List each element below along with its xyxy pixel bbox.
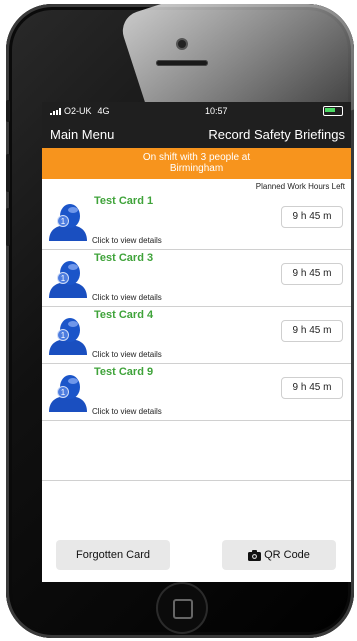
card-row[interactable]: 1 Test Card 3 Click to view details 9 h … <box>42 250 351 307</box>
hours-left-badge: 9 h 45 m <box>281 263 343 285</box>
card-name: Test Card 1 <box>94 195 154 207</box>
forgotten-card-label: Forgotten Card <box>76 549 150 561</box>
svg-text:1: 1 <box>61 274 66 283</box>
front-camera <box>178 40 186 48</box>
user-avatar-icon: 1 <box>49 204 87 241</box>
hours-left-badge: 9 h 45 m <box>281 320 343 342</box>
card-row[interactable]: 1 Test Card 4 Click to view details 9 h … <box>42 307 351 364</box>
app-screen: O2-UK 4G 10:57 Main Menu Record Safety B… <box>42 102 351 582</box>
user-avatar-icon: 1 <box>49 375 87 412</box>
card-row[interactable]: 1 Test Card 1 Click to view details 9 h … <box>42 193 351 250</box>
card-name: Test Card 3 <box>94 252 154 264</box>
hours-left-badge: 9 h 45 m <box>281 377 343 399</box>
phone-frame: O2-UK 4G 10:57 Main Menu Record Safety B… <box>6 4 354 638</box>
user-avatar-icon: 1 <box>49 261 87 298</box>
mute-switch <box>6 100 10 122</box>
volume-up-button <box>6 154 10 192</box>
card-name: Test Card 4 <box>94 309 154 321</box>
carrier-label: O2-UK <box>64 106 92 116</box>
main-menu-button[interactable]: Main Menu <box>50 127 114 142</box>
svg-text:1: 1 <box>61 388 66 397</box>
list-divider <box>42 480 351 481</box>
hours-column-header: Planned Work Hours Left <box>255 182 345 191</box>
card-list: 1 Test Card 1 Click to view details 9 h … <box>42 193 351 421</box>
home-square-icon <box>173 599 193 619</box>
status-bar: O2-UK 4G 10:57 <box>42 102 351 120</box>
card-name: Test Card 9 <box>94 366 154 378</box>
nav-bar: Main Menu Record Safety Briefings <box>42 120 351 148</box>
page-title: Record Safety Briefings <box>208 126 345 142</box>
card-details-link[interactable]: Click to view details <box>92 407 162 416</box>
battery-icon <box>323 106 343 116</box>
svg-text:1: 1 <box>61 217 66 226</box>
hours-left-badge: 9 h 45 m <box>281 206 343 228</box>
qr-code-content: QR Code <box>248 540 310 570</box>
svg-text:1: 1 <box>61 331 66 340</box>
clock: 10:57 <box>205 106 228 116</box>
forgotten-card-button[interactable]: Forgotten Card <box>56 540 170 570</box>
card-details-link[interactable]: Click to view details <box>92 236 162 245</box>
card-details-link[interactable]: Click to view details <box>92 350 162 359</box>
network-label: 4G <box>97 106 110 116</box>
qr-code-label: QR Code <box>264 549 310 561</box>
qr-code-button[interactable]: QR Code <box>222 540 336 570</box>
card-row[interactable]: 1 Test Card 9 Click to view details 9 h … <box>42 364 351 421</box>
home-button[interactable] <box>156 582 208 634</box>
status-left: O2-UK 4G <box>50 106 110 116</box>
user-avatar-icon: 1 <box>49 318 87 355</box>
signal-icon <box>50 107 61 115</box>
shift-banner: On shift with 3 people at Birmingham <box>42 148 351 179</box>
camera-icon <box>248 549 262 561</box>
earpiece-speaker <box>156 60 208 66</box>
volume-down-button <box>6 208 10 246</box>
shift-line-1: On shift with 3 people at <box>142 152 251 163</box>
shift-line-2: Birmingham <box>169 163 224 174</box>
card-details-link[interactable]: Click to view details <box>92 293 162 302</box>
